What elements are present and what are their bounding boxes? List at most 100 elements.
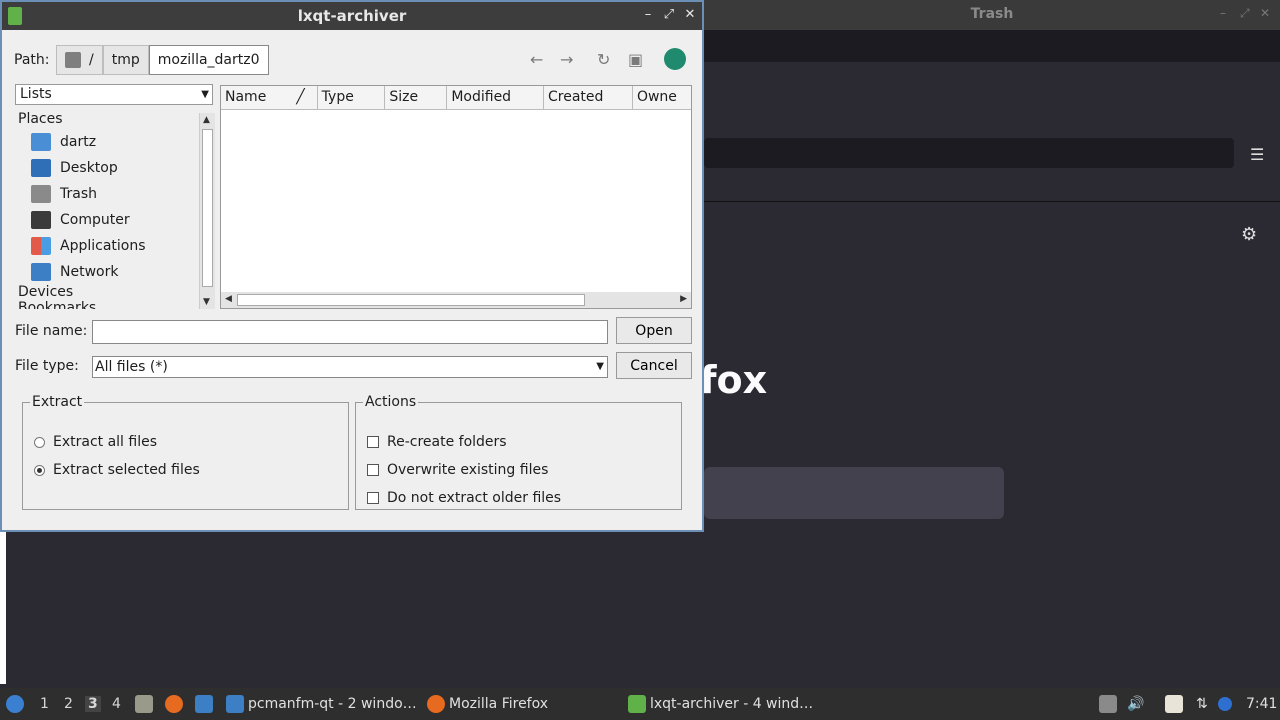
scroll-right-icon[interactable]: ▶ <box>680 294 687 304</box>
sidebar-item-label: Applications <box>60 238 146 254</box>
checkbox-box <box>367 464 379 476</box>
places-header: Places <box>18 111 63 127</box>
task-pcmanfm[interactable]: pcmanfm-qt - 2 windo… <box>226 688 417 720</box>
tray-volume[interactable]: 🔊 <box>1127 688 1144 720</box>
task-lxqt-archiver[interactable]: lxqt-archiver - 4 wind… <box>628 688 813 720</box>
bg-minimize-icon[interactable]: – <box>1220 6 1226 20</box>
no-older-checkbox[interactable]: Do not extract older files <box>367 490 561 506</box>
path-label: Path: <box>14 52 50 68</box>
crumb-current[interactable]: mozilla_dartz0 <box>148 45 269 75</box>
actions-group: Actions Re-create folders Overwrite exis… <box>355 394 682 510</box>
quicklaunch-desktop[interactable] <box>195 688 217 720</box>
drive-icon <box>65 52 81 68</box>
close-icon[interactable]: ✕ <box>682 7 698 22</box>
file-manager-icon <box>135 695 153 713</box>
chevron-down-icon: ▼ <box>596 361 604 372</box>
column-modified[interactable]: Modified <box>447 86 544 109</box>
back-icon[interactable]: ← <box>530 50 543 69</box>
sidebar-mode-select[interactable]: Lists ▼ <box>15 84 213 105</box>
file-name-input[interactable] <box>92 320 608 344</box>
overwrite-existing-checkbox[interactable]: Overwrite existing files <box>367 462 548 478</box>
forward-icon[interactable]: → <box>560 50 573 69</box>
dialog-title: lxqt-archiver <box>297 7 407 25</box>
crumb-label: tmp <box>111 52 140 68</box>
column-size[interactable]: Size <box>385 86 448 109</box>
clock[interactable]: 7:41 <box>1246 688 1277 720</box>
quicklaunch-firefox[interactable] <box>165 688 187 720</box>
maximize-icon[interactable]: ⤢ <box>661 7 677 22</box>
lxqt-logo-icon <box>6 695 24 713</box>
extract-group: Extract Extract all files Extract select… <box>22 394 349 510</box>
background-urlbar[interactable] <box>704 138 1234 168</box>
checkbox-box <box>367 492 379 504</box>
column-label: Type <box>321 89 354 105</box>
bg-maximize-icon[interactable]: ⤢ <box>1240 6 1250 21</box>
quicklaunch-files[interactable] <box>135 688 157 720</box>
sidebar-item-computer[interactable]: Computer <box>31 209 130 231</box>
workspace-4[interactable]: 4 <box>112 696 121 712</box>
workspace-1[interactable]: 1 <box>40 696 49 712</box>
task-label: pcmanfm-qt - 2 windo… <box>248 696 417 712</box>
file-name-label: File name: <box>15 323 88 339</box>
column-owner[interactable]: Owne <box>633 86 691 109</box>
tray-network[interactable]: ⇅ <box>1196 688 1208 720</box>
sidebar-item-trash[interactable]: Trash <box>31 183 97 205</box>
reload-icon[interactable]: ↻ <box>597 50 610 69</box>
extract-selected-radio[interactable]: Extract selected files <box>34 462 200 478</box>
tray-clipboard[interactable] <box>1165 688 1187 720</box>
column-type[interactable]: Type <box>318 86 386 109</box>
file-list-header: Name ╱ Type Size Modified Created Owne <box>221 86 691 110</box>
devices-header: Devices <box>18 284 74 300</box>
sidebar-item-desktop[interactable]: Desktop <box>31 157 118 179</box>
applications-icon <box>31 237 51 255</box>
background-search-box[interactable] <box>704 467 1004 519</box>
open-button[interactable]: Open <box>616 317 692 344</box>
sidebar-item-network[interactable]: Network <box>31 261 118 283</box>
scrollbar-thumb[interactable] <box>202 129 213 287</box>
radio-indicator <box>34 436 45 448</box>
column-name[interactable]: Name ╱ <box>221 86 318 109</box>
workspace-3[interactable]: 3 <box>85 696 101 712</box>
file-list[interactable]: Name ╱ Type Size Modified Created Owne ◀ … <box>220 85 692 309</box>
checkbox-label: Re-create folders <box>387 434 507 450</box>
start-menu-button[interactable] <box>6 688 28 720</box>
scroll-down-icon[interactable]: ▼ <box>203 297 210 307</box>
column-created[interactable]: Created <box>544 86 633 109</box>
checkbox-box <box>367 436 379 448</box>
hamburger-menu-icon[interactable]: ☰ <box>1250 145 1264 164</box>
file-type-value: All files (*) <box>95 359 168 375</box>
places-sidebar: Places dartz Desktop Trash Computer Appl… <box>15 109 214 309</box>
scroll-left-icon[interactable]: ◀ <box>225 294 232 304</box>
view-options-icon[interactable] <box>664 48 686 70</box>
minimize-icon[interactable]: – <box>640 7 656 22</box>
scrollbar-thumb[interactable] <box>237 294 585 306</box>
background-window-title: Trash <box>970 6 1014 22</box>
file-type-select[interactable]: All files (*) ▼ <box>92 356 608 378</box>
recreate-folders-checkbox[interactable]: Re-create folders <box>367 434 507 450</box>
horizontal-scrollbar[interactable]: ◀ ▶ <box>221 292 691 308</box>
bookmarks-header: Bookmarks <box>18 300 97 309</box>
crumb-tmp[interactable]: tmp <box>102 45 149 75</box>
sidebar-item-label: Desktop <box>60 160 118 176</box>
sidebar-item-label: Network <box>60 264 119 280</box>
cancel-button[interactable]: Cancel <box>616 352 692 379</box>
show-desktop-icon <box>195 695 213 713</box>
tray-updates[interactable] <box>1218 688 1236 720</box>
column-label: Owne <box>636 89 677 105</box>
crumb-root[interactable]: / <box>56 45 103 75</box>
gear-icon[interactable]: ⚙ <box>1241 224 1257 245</box>
task-firefox[interactable]: Mozilla Firefox <box>427 688 548 720</box>
sidebar-item-applications[interactable]: Applications <box>31 235 146 257</box>
computer-icon <box>31 211 51 229</box>
firefox-icon <box>427 695 445 713</box>
scroll-up-icon[interactable]: ▲ <box>203 115 210 125</box>
places-scrollbar[interactable]: ▲ ▼ <box>199 113 215 309</box>
new-folder-icon[interactable]: ▣ <box>628 50 643 69</box>
column-label: Size <box>389 89 419 105</box>
desktop-icon <box>31 159 51 177</box>
tray-removable[interactable] <box>1099 688 1121 720</box>
bg-close-icon[interactable]: ✕ <box>1260 6 1270 20</box>
extract-all-radio[interactable]: Extract all files <box>34 434 157 450</box>
workspace-2[interactable]: 2 <box>64 696 73 712</box>
sidebar-item-dartz[interactable]: dartz <box>31 131 96 153</box>
